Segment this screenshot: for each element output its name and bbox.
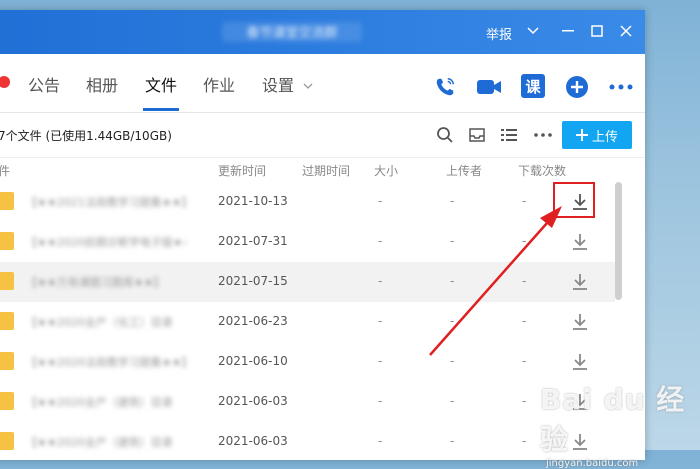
notification-badge (0, 76, 10, 88)
tab-announcement[interactable]: 公告 (28, 72, 60, 96)
more-dots-icon[interactable] (608, 74, 634, 100)
file-toolbar: 7个文件 (已使用1.44GB/10GB) 上传 (0, 113, 645, 158)
column-name[interactable]: 件 (0, 162, 10, 179)
file-downloads: - (522, 354, 527, 368)
upload-button[interactable]: 上传 (562, 121, 632, 149)
course-icon[interactable]: 课 (521, 74, 545, 98)
file-downloads: - (522, 194, 527, 208)
watermark-logo: Bai du 经验 (540, 383, 686, 456)
title-bar: 春节课堂交流群 举报 (0, 10, 645, 54)
column-downloads[interactable]: 下载次数 (518, 162, 566, 179)
file-downloads: - (522, 234, 527, 248)
folder-icon (0, 392, 14, 410)
download-icon[interactable] (570, 272, 590, 292)
table-row[interactable]: 【★★2020法政教学习题集★★】 2021-06-10 - - - (0, 342, 615, 382)
add-circle-icon[interactable] (564, 74, 590, 100)
file-size: - (378, 394, 383, 408)
list-view-icon[interactable] (496, 122, 522, 148)
file-uploader: - (450, 234, 455, 248)
watermark-url: jingyan.baidu.com (546, 458, 639, 469)
file-count-text: 7个文件 (已使用1.44GB/10GB) (0, 129, 172, 143)
file-updated: 2021-06-03 (218, 434, 288, 448)
folder-icon (0, 352, 14, 370)
phone-call-icon[interactable] (432, 74, 458, 100)
minimize-icon[interactable] (557, 20, 579, 42)
column-uploader[interactable]: 上传者 (446, 162, 482, 179)
file-name[interactable]: 【★★2020全产（化工）目录 (26, 314, 186, 330)
file-size: - (378, 354, 383, 368)
file-updated: 2021-10-13 (218, 194, 288, 208)
file-updated: 2021-07-15 (218, 274, 288, 288)
column-size[interactable]: 大小 (374, 162, 398, 179)
scrollbar-thumb[interactable] (615, 182, 622, 300)
table-row[interactable]: 【★★2020前期诊断学电子版★★ 2021-07-31 - - - (0, 222, 615, 262)
file-uploader: - (450, 274, 455, 288)
file-size: - (378, 434, 383, 448)
group-tabs: 公告 相册 文件 作业 设置 课 (0, 54, 645, 113)
column-updated[interactable]: 更新时间 (218, 162, 266, 179)
table-row[interactable]: 【★★2020全产（化工）目录 2021-06-23 - - - (0, 302, 615, 342)
close-icon[interactable] (615, 20, 637, 42)
folder-icon (0, 272, 14, 290)
file-name[interactable]: 【★★2020法政教学习题集★★】 (26, 354, 186, 370)
tab-files[interactable]: 文件 (142, 72, 180, 111)
tab-settings[interactable]: 设置 (262, 72, 313, 96)
file-updated: 2021-06-23 (218, 314, 288, 328)
tab-album[interactable]: 相册 (86, 72, 118, 96)
file-downloads: - (522, 434, 527, 448)
window-title: 春节课堂交流群 (222, 22, 362, 42)
chevron-down-icon[interactable] (522, 20, 544, 42)
tab-homework[interactable]: 作业 (203, 72, 235, 96)
table-row[interactable]: 【★★2020全产（建筑）目录 2021-06-03 - - - (0, 382, 615, 422)
file-size: - (378, 194, 383, 208)
report-button[interactable]: 举报 (486, 24, 512, 43)
file-size: - (378, 234, 383, 248)
file-updated: 2021-06-10 (218, 354, 288, 368)
search-icon[interactable] (432, 122, 458, 148)
file-size: - (378, 314, 383, 328)
file-name[interactable]: 【★★2020全产（建筑）目录 (26, 394, 186, 410)
more-dots-icon[interactable] (530, 122, 556, 148)
chevron-down-icon (303, 83, 313, 89)
download-icon[interactable] (570, 352, 590, 372)
folder-icon (0, 192, 14, 210)
folder-icon (0, 432, 14, 450)
baidu-watermark: Bai du 经验 jingyan.baidu.com (540, 378, 700, 469)
file-updated: 2021-06-03 (218, 394, 288, 408)
download-icon[interactable] (570, 312, 590, 332)
inbox-icon[interactable] (464, 122, 490, 148)
file-uploader: - (450, 434, 455, 448)
file-uploader: - (450, 314, 455, 328)
upload-label: 上传 (591, 129, 618, 145)
table-row[interactable]: 【★★2020全产（建筑）目录 2021-06-03 - - - (0, 422, 615, 462)
file-size: - (378, 274, 383, 288)
file-downloads: - (522, 314, 527, 328)
file-uploader: - (450, 194, 455, 208)
column-expires[interactable]: 过期时间 (302, 162, 350, 179)
video-call-icon[interactable] (476, 74, 502, 100)
file-name[interactable]: 【★★2020全产（建筑）目录 (26, 434, 186, 450)
file-uploader: - (450, 394, 455, 408)
file-name[interactable]: 【★★2021法政教学习题集★★】 (26, 194, 186, 210)
folder-icon (0, 232, 14, 250)
plus-icon (575, 129, 588, 141)
table-row[interactable]: 【★★2021法政教学习题集★★】 2021-10-13 - - - (0, 182, 615, 222)
file-name[interactable]: 【★★2020前期诊断学电子版★★ (26, 234, 186, 250)
folder-icon (0, 312, 14, 330)
file-updated: 2021-07-31 (218, 234, 288, 248)
tab-settings-label: 设置 (262, 76, 295, 95)
file-uploader: - (450, 354, 455, 368)
table-row[interactable]: 【★★万有课题习题库★★】 2021-07-15 - - - (0, 262, 615, 302)
file-downloads: - (522, 394, 527, 408)
file-name[interactable]: 【★★万有课题习题库★★】 (26, 274, 166, 290)
file-downloads: - (522, 274, 527, 288)
annotation-highlight-box (553, 182, 595, 218)
maximize-icon[interactable] (586, 20, 608, 42)
download-icon[interactable] (570, 232, 590, 252)
